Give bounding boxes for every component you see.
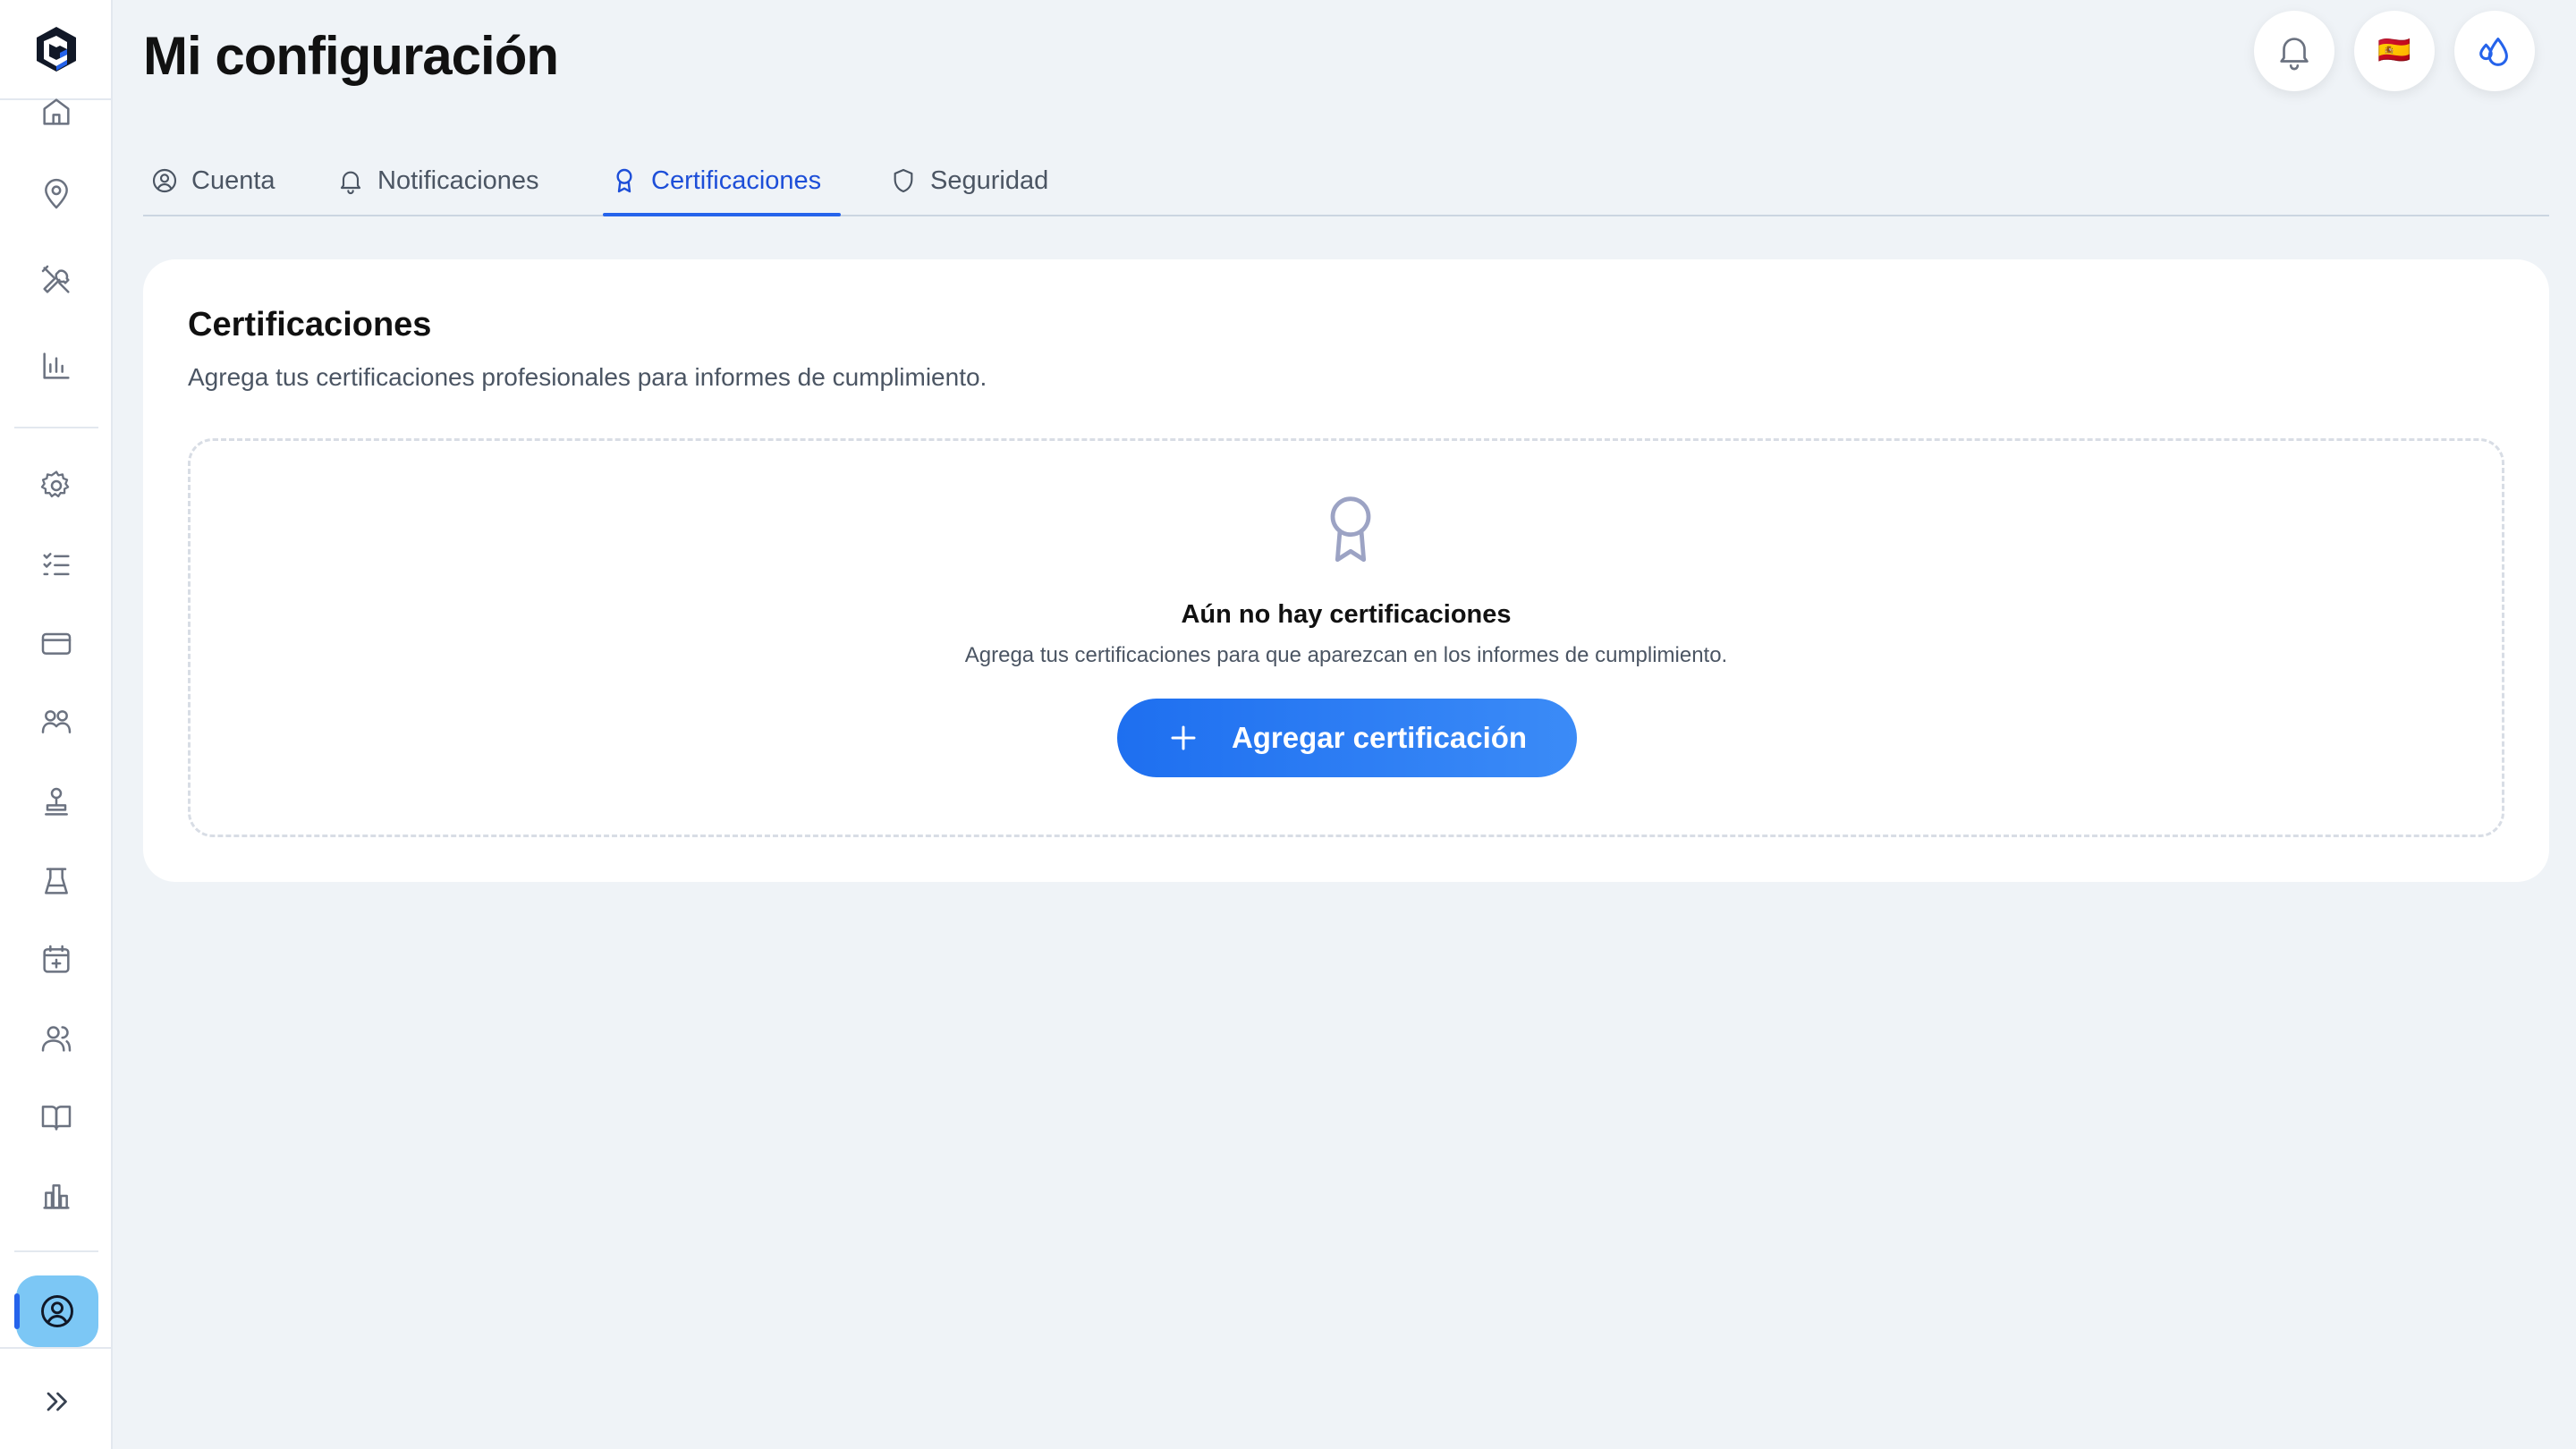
shield-icon [894,168,913,193]
plus-icon [1171,725,1196,750]
sidebar [0,0,113,1449]
bell-icon [340,171,361,194]
empty-state: Aún no hay certificaciones Agrega tus ce… [188,438,2504,837]
empty-state-description: Agrega tus certificaciones para que apar… [964,643,1728,667]
settings-tabs: Cuenta Notificaciones Certificaciones Se… [143,145,2549,216]
tab-certificaciones[interactable]: Certificaciones [610,145,821,216]
tab-label: Notificaciones [377,165,539,195]
logo-icon [37,27,76,72]
stamp-icon [45,787,68,816]
tab-label: Certificaciones [651,165,822,195]
tab-cuenta[interactable]: Cuenta [150,145,275,216]
user-circle-icon [152,168,177,193]
spain-flag-icon: 🇪🇸 [2377,36,2411,65]
empty-state-title: Aún no hay certificaciones [1181,600,1512,629]
building-chart-icon [43,1184,70,1209]
card-description: Agrega tus certificaciones profesionales… [188,363,987,391]
gear-icon [40,470,70,498]
sidebar-item-schedule[interactable] [32,936,80,984]
calendar-plus-icon [43,945,70,973]
sidebar-item-tools[interactable] [32,256,80,304]
sidebar-item-teams[interactable] [32,698,80,746]
page-title: Mi configuración [143,26,559,86]
award-icon [616,168,632,193]
sidebar-item-checklists[interactable] [32,540,80,589]
flask-icon [45,868,68,894]
map-pin-icon [45,179,68,209]
sidebar-item-home[interactable] [32,88,80,136]
tab-label: Cuenta [191,165,275,195]
sidebar-item-reports[interactable] [32,1172,80,1220]
active-indicator [14,1293,20,1329]
sidebar-item-lab[interactable] [32,857,80,905]
award-icon [1330,496,1371,563]
sidebar-item-my-settings[interactable] [16,1275,98,1347]
sidebar-separator [14,1250,98,1252]
bar-chart-icon [43,352,70,379]
tools-icon [41,265,70,293]
checklist-icon [43,553,70,576]
sidebar-item-approvals[interactable] [32,778,80,826]
sidebar-item-settings[interactable] [32,462,80,510]
sidebar-expand-button[interactable] [36,1381,77,1422]
users-icon [41,1026,72,1052]
sidebar-item-billing[interactable] [32,619,80,667]
tab-notificaciones[interactable]: Notificaciones [336,145,539,216]
active-tab-indicator [603,213,841,216]
sidebar-item-library[interactable] [32,1093,80,1141]
language-button[interactable]: 🇪🇸 [2354,11,2435,91]
home-icon [43,98,70,125]
top-actions: 🇪🇸 [2254,11,2535,91]
bell-icon [2280,38,2309,71]
theme-button[interactable] [2454,11,2535,91]
sidebar-item-analytics[interactable] [32,342,80,390]
chevrons-right-icon [47,1392,67,1411]
book-open-icon [41,1106,72,1131]
sidebar-item-users[interactable] [32,1014,80,1063]
add-certification-label: Agregar certificación [1231,721,1528,754]
droplets-icon [2479,38,2508,66]
sidebar-separator [14,427,98,428]
card-title: Certificaciones [188,306,432,343]
tab-label: Seguridad [930,165,1049,195]
groups-icon [41,710,72,733]
user-circle-icon [41,1295,73,1327]
notifications-button[interactable] [2254,11,2334,91]
add-certification-button[interactable]: Agregar certificación [1117,699,1577,777]
tab-seguridad[interactable]: Seguridad [889,145,1048,216]
sidebar-item-locations[interactable] [32,170,80,218]
certifications-card: Certificaciones Agrega tus certificacion… [143,259,2549,882]
sidebar-divider [0,1347,113,1349]
credit-card-icon [41,632,72,655]
app-logo[interactable] [30,23,83,77]
